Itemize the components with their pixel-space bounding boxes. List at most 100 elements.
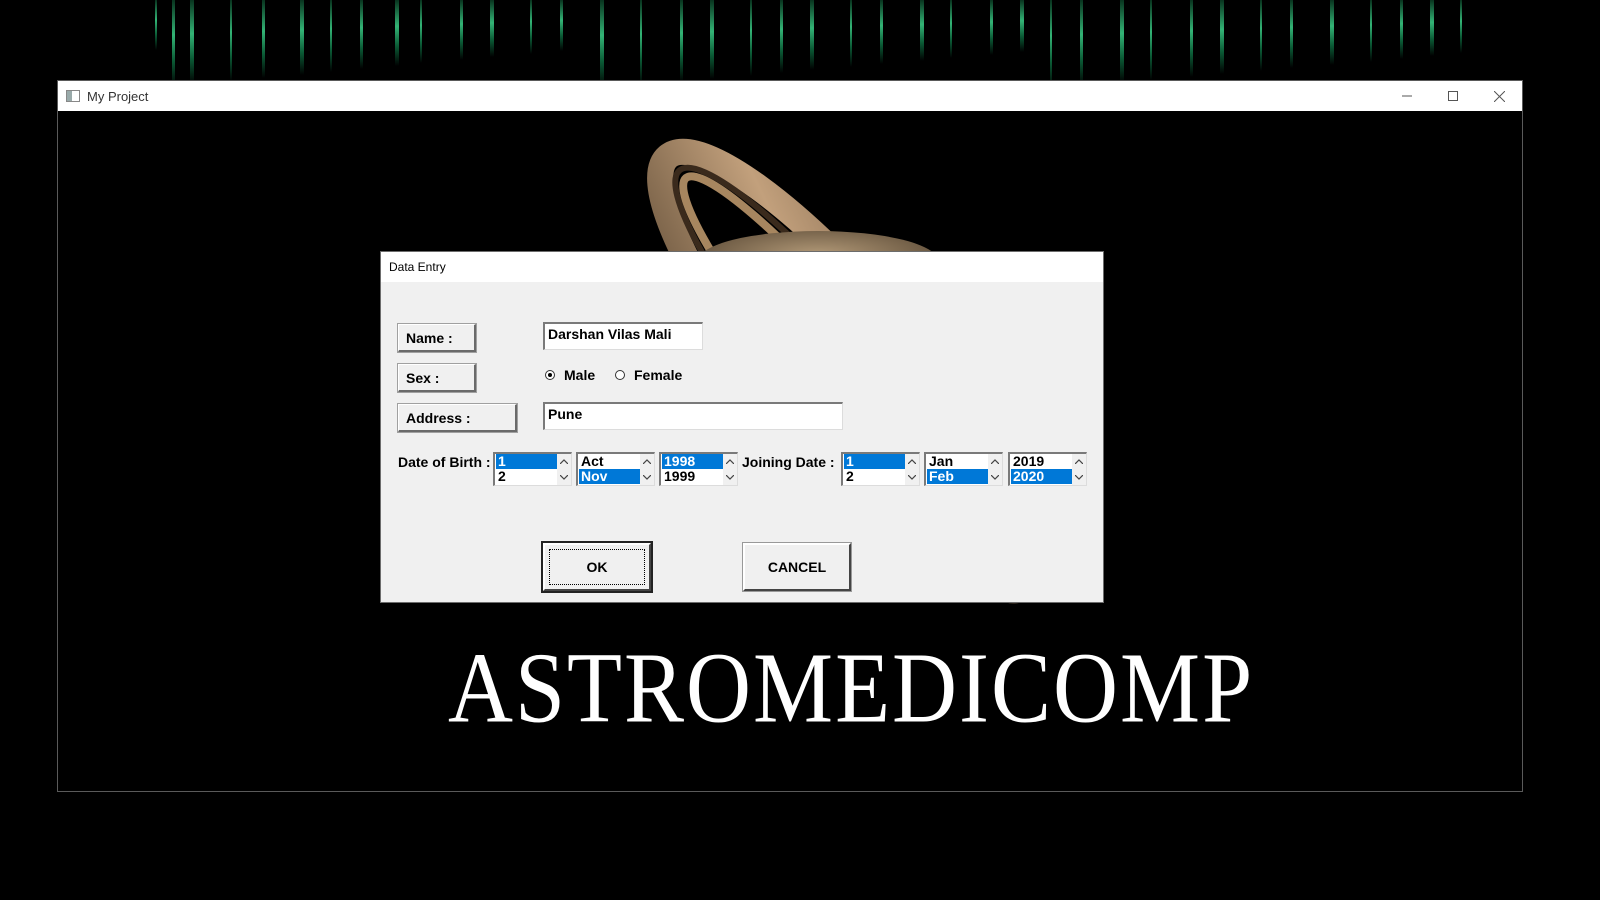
matrix-rain-streak: [420, 0, 422, 63]
minimize-icon: [1402, 95, 1412, 97]
sex-label: Sex :: [397, 363, 477, 393]
close-button[interactable]: [1476, 81, 1522, 111]
name-field[interactable]: Darshan Vilas Mali: [543, 322, 703, 350]
matrix-rain-streak: [230, 0, 232, 81]
matrix-rain-streak: [1120, 0, 1124, 83]
app-icon: [66, 90, 80, 102]
chevron-up-icon[interactable]: [1074, 454, 1084, 468]
dialog-titlebar[interactable]: Data Entry: [381, 252, 1103, 282]
matrix-rain-streak: [1400, 0, 1403, 59]
matrix-rain-streak: [780, 0, 783, 73]
chevron-down-icon[interactable]: [559, 470, 569, 484]
dob-label: Date of Birth :: [398, 454, 491, 470]
matrix-rain-streak: [155, 0, 157, 50]
list-item[interactable]: 1998: [662, 454, 724, 469]
radio-female[interactable]: Female: [615, 367, 682, 383]
chevron-down-icon[interactable]: [725, 470, 735, 484]
list-item[interactable]: Nov: [579, 469, 641, 484]
matrix-rain-streak: [1080, 0, 1083, 86]
list-item[interactable]: 2: [844, 469, 906, 484]
dialog-title: Data Entry: [389, 260, 446, 274]
listbox-scrollbar[interactable]: [557, 454, 571, 485]
radio-male-label: Male: [564, 367, 596, 383]
matrix-rain-streak: [1020, 0, 1024, 52]
list-item[interactable]: 2: [496, 469, 558, 484]
brand-text: ASTROMEDICOMP: [448, 633, 1255, 745]
chevron-down-icon[interactable]: [907, 470, 917, 484]
chevron-down-icon[interactable]: [1074, 470, 1084, 484]
listbox-scrollbar[interactable]: [640, 454, 654, 485]
matrix-rain-streak: [1460, 0, 1462, 53]
dob-day-listbox[interactable]: 1 2: [493, 452, 572, 486]
listbox-scrollbar[interactable]: [1072, 454, 1086, 485]
matrix-rain-streak: [1370, 0, 1372, 62]
matrix-rain-streak: [810, 0, 814, 70]
matrix-rain-streak: [190, 0, 194, 84]
list-item[interactable]: 1: [844, 454, 906, 469]
radio-male-dot[interactable]: [545, 370, 555, 380]
joining-day-listbox[interactable]: 1 2: [841, 452, 920, 486]
matrix-rain-streak: [172, 0, 175, 87]
matrix-rain-streak: [460, 0, 463, 60]
address-label: Address :: [397, 403, 518, 433]
list-item[interactable]: 1: [496, 454, 558, 469]
matrix-rain-streak: [880, 0, 883, 64]
matrix-rain-streak: [1150, 0, 1152, 80]
list-item[interactable]: 1999: [662, 469, 724, 484]
list-item[interactable]: Feb: [927, 469, 989, 484]
dob-year-listbox[interactable]: 1998 1999: [659, 452, 738, 486]
matrix-rain-streak: [850, 0, 852, 67]
close-icon: [1493, 90, 1505, 102]
matrix-rain-streak: [1260, 0, 1262, 71]
list-item[interactable]: 2020: [1011, 469, 1073, 484]
name-label: Name :: [397, 323, 477, 353]
maximize-button[interactable]: [1430, 81, 1476, 111]
matrix-rain-streak: [560, 0, 563, 51]
list-item[interactable]: Jan: [927, 454, 989, 469]
data-entry-dialog: Data Entry Name : Darshan Vilas Mali Sex…: [381, 252, 1103, 602]
listbox-scrollbar[interactable]: [988, 454, 1002, 485]
window-titlebar[interactable]: My Project: [58, 81, 1522, 111]
cancel-button-label: CANCEL: [767, 559, 827, 575]
cancel-button[interactable]: CANCEL: [742, 542, 852, 592]
focus-rect: [549, 549, 645, 585]
chevron-up-icon[interactable]: [559, 454, 569, 468]
maximize-icon: [1448, 91, 1458, 101]
ok-button[interactable]: OK: [541, 541, 653, 593]
matrix-rain-streak: [1430, 0, 1434, 56]
joining-month-listbox[interactable]: Jan Feb: [924, 452, 1003, 486]
matrix-rain-streak: [750, 0, 752, 76]
matrix-rain-streak: [262, 0, 265, 78]
joining-date-label: Joining Date :: [742, 454, 835, 470]
window-title: My Project: [87, 88, 149, 104]
chevron-up-icon[interactable]: [907, 454, 917, 468]
matrix-rain-streak: [490, 0, 494, 57]
list-item[interactable]: 2019: [1011, 454, 1073, 469]
minimize-button[interactable]: [1384, 81, 1430, 111]
matrix-rain-streak: [600, 0, 604, 88]
matrix-rain-streak: [1330, 0, 1334, 65]
chevron-up-icon[interactable]: [990, 454, 1000, 468]
list-item[interactable]: Act: [579, 454, 641, 469]
listbox-scrollbar[interactable]: [723, 454, 737, 485]
dob-month-listbox[interactable]: Act Nov: [576, 452, 655, 486]
matrix-rain-streak: [1290, 0, 1293, 68]
matrix-rain-streak: [1050, 0, 1052, 89]
chevron-down-icon[interactable]: [642, 470, 652, 484]
chevron-down-icon[interactable]: [990, 470, 1000, 484]
chevron-up-icon[interactable]: [725, 454, 735, 468]
joining-year-listbox[interactable]: 2019 2020: [1008, 452, 1087, 486]
matrix-rain-streak: [680, 0, 683, 82]
matrix-rain-streak: [395, 0, 399, 66]
matrix-rain-streak: [330, 0, 332, 72]
chevron-up-icon[interactable]: [642, 454, 652, 468]
matrix-rain-streak: [300, 0, 304, 75]
listbox-scrollbar[interactable]: [905, 454, 919, 485]
address-field[interactable]: Pune: [543, 402, 843, 430]
radio-female-dot[interactable]: [615, 370, 625, 380]
radio-male[interactable]: Male: [545, 367, 595, 383]
matrix-rain-streak: [920, 0, 924, 61]
matrix-rain-streak: [530, 0, 532, 54]
matrix-rain-streak: [950, 0, 952, 58]
matrix-rain-streak: [1190, 0, 1193, 77]
